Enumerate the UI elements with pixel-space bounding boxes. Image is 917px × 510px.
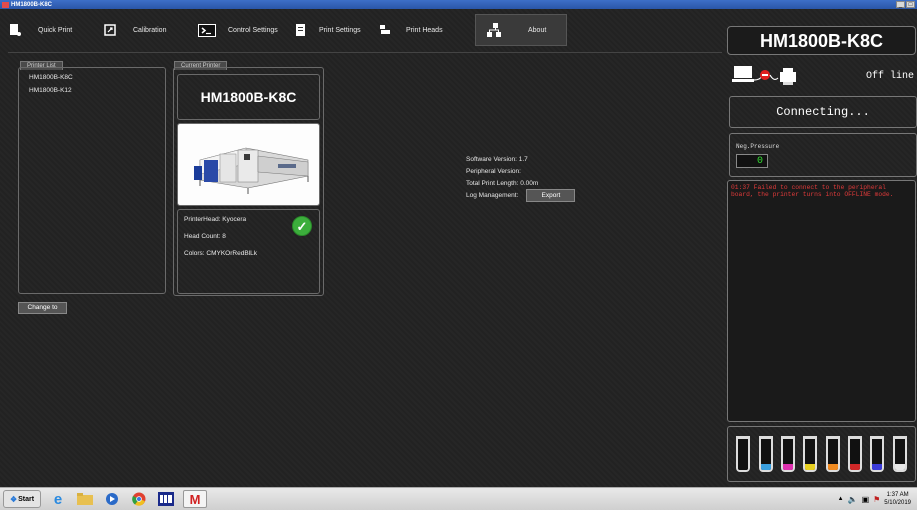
internet-explorer-icon[interactable]: e [48,490,68,508]
ink-bottle [825,436,840,472]
chevron-up-icon[interactable]: ▲ [838,496,844,502]
chrome-icon[interactable] [129,490,149,508]
toolbar-quick-print[interactable]: Quick Print [8,14,103,46]
media-player-icon[interactable] [102,490,122,508]
clock[interactable]: 1:37 AM 5/10/2019 [884,491,911,507]
total-print-length: Total Print Length: 0.00m [466,179,539,187]
offline-status: Off line [865,71,914,82]
quick-print-icon [8,23,22,37]
flag-icon[interactable]: ⚑ [873,495,880,504]
head-count-text: Head Count: 8 [184,233,226,240]
clock-time: 1:37 AM [886,492,909,498]
pressure-panel: Neg.Pressure 0 [729,133,917,177]
windows-icon: ❖ [9,494,18,504]
window-title: HM1800B-K8C [11,1,53,8]
toolbar-label: Print Settings [319,26,361,34]
ink-bottle [870,436,885,472]
log-panel[interactable]: 01:37 Failed to connect to the periphera… [727,180,916,422]
print-heads-icon [378,23,392,37]
minimize-button[interactable]: _ [896,1,905,8]
toolbar-divider [8,52,722,53]
ink-bottle [892,436,907,472]
toolbar-label: About [528,26,547,34]
toolbar-label: Control Settings [228,26,278,34]
toolbar-control-settings[interactable]: Control Settings [198,14,293,46]
current-printer-name: HM1800B-K8C [177,74,320,120]
current-printer-panel: HM1800B-K8C PrinterHead: Kyocera Head Co… [173,67,324,296]
folder-icon[interactable] [75,490,95,508]
pressure-label: Neg.Pressure [736,143,780,150]
app-window-icon[interactable] [156,490,176,508]
list-item[interactable]: HM1800B-K8C [29,74,165,81]
printer-model-title: HM1800B-K8C [727,26,916,55]
calibration-icon [103,23,117,37]
ink-levels [727,426,916,482]
toolbar-print-settings[interactable]: Print Settings [293,14,378,46]
ink-bottle [780,436,795,472]
log-management-label: Log Management: [466,191,519,199]
print-settings-icon [293,23,307,37]
system-tray: ▲ 🔈 ▣ ⚑ 1:37 AM 5/10/2019 [838,491,911,507]
ink-bottle [736,436,751,472]
toolbar-label: Calibration [133,26,167,34]
network-icon [486,23,502,37]
printer-app-icon[interactable]: M [183,490,207,508]
taskbar: ❖ Start e M ▲ 🔈 ▣ ⚑ 1:37 AM 5/10/2019 [0,487,917,510]
connection-text: Connecting... [729,96,917,128]
list-item[interactable]: HM1800B-K12 [29,87,165,94]
toolbar-print-heads[interactable]: Print Heads [378,14,475,46]
log-management-row: Log Management: Export [466,188,576,202]
start-button[interactable]: ❖ Start [3,490,41,508]
checkmark-icon: ✓ [292,216,312,236]
terminal-icon [198,23,216,37]
change-to-button[interactable]: Change to [18,302,67,314]
connection-icon [732,64,802,90]
main-toolbar: Quick Print Calibration Control Settings… [8,14,567,46]
software-version: Software Version: 1.7 [466,155,528,163]
ink-bottle [848,436,863,472]
toolbar-label: Print Heads [406,26,443,34]
pressure-value: 0 [736,154,768,168]
ink-bottle [758,436,773,472]
peripheral-version: Peripheral Version: [466,167,521,175]
about-info: Software Version: 1.7 Peripheral Version… [466,153,576,202]
ink-bottle [803,436,818,472]
network-status-icon[interactable]: ▣ [862,495,870,504]
toolbar-about[interactable]: About [475,14,567,46]
toolbar-label: Quick Print [38,26,73,34]
printer-image [177,123,320,206]
connection-status-row: Off line [727,56,916,93]
colors-text: Colors: CMYKOrRedBlLk [184,250,257,257]
export-button[interactable]: Export [526,188,576,202]
maximize-button[interactable]: □ [906,1,915,8]
clock-date: 5/10/2019 [884,500,911,506]
volume-icon[interactable]: 🔈 [848,495,858,504]
start-label: Start [18,495,35,503]
toolbar-calibration[interactable]: Calibration [103,14,198,46]
printer-info: PrinterHead: Kyocera Head Count: 8 Color… [177,209,320,294]
app-icon [2,1,9,8]
title-bar: HM1800B-K8C _ □ [0,0,917,9]
printer-list: HM1800B-K8C HM1800B-K12 [18,67,166,294]
window-controls: _ □ [896,1,915,8]
